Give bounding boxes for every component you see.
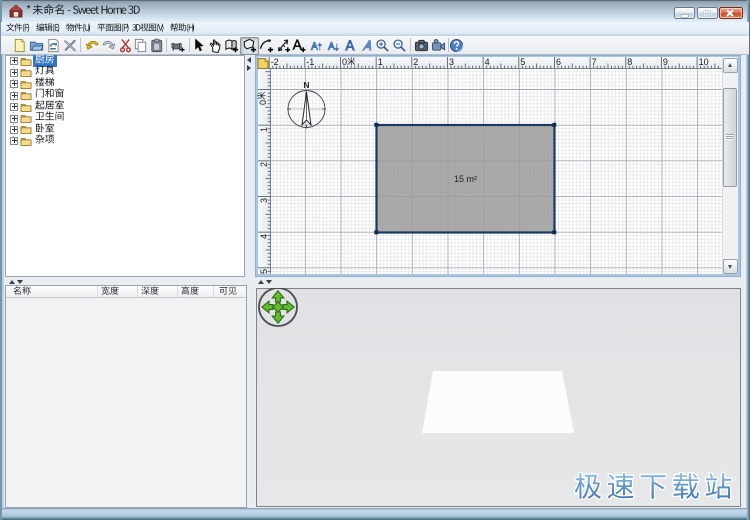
svg-text:N: N bbox=[303, 80, 309, 90]
svg-text:15 m²: 15 m² bbox=[453, 173, 476, 183]
